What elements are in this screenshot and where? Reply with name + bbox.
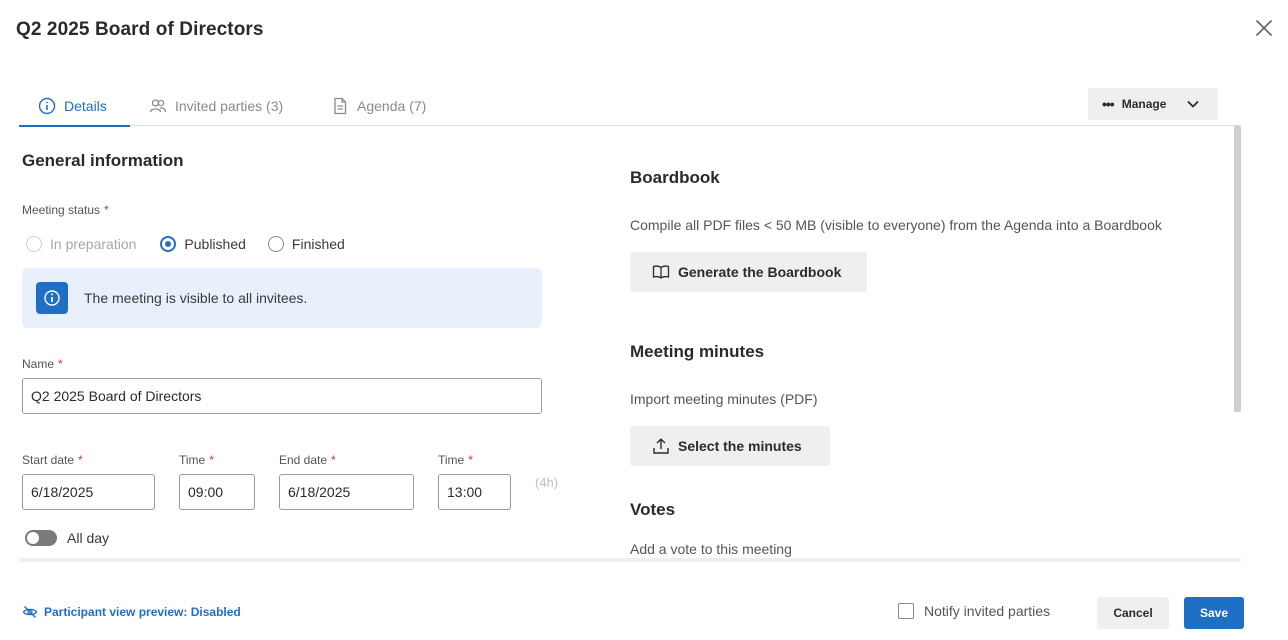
radio-button[interactable] (160, 236, 177, 252)
tab-agenda-label: Agenda (7) (357, 98, 427, 114)
close-button[interactable] (1252, 16, 1276, 40)
all-day-row: All day (25, 530, 109, 546)
info-banner: The meeting is visible to all invitees. (22, 268, 542, 328)
meeting-minutes-heading: Meeting minutes (630, 342, 765, 361)
status-option-label: Finished (291, 236, 345, 252)
notify-invited-parties-row: Notify invited parties (898, 603, 1050, 619)
start-time-input[interactable]: 09:00 (179, 474, 255, 510)
generate-boardbook-label: Generate the Boardbook (678, 264, 842, 280)
all-day-label: All day (67, 530, 110, 546)
document-icon (334, 97, 347, 115)
cancel-button[interactable]: Cancel (1097, 597, 1169, 629)
boardbook-heading: Boardbook (630, 168, 720, 187)
notify-invited-parties-checkbox[interactable] (898, 603, 914, 619)
chevron-down-icon (1187, 100, 1199, 108)
participant-view-preview-link[interactable]: Participant view preview: Disabled (22, 604, 241, 620)
start-time-label: Time * (179, 453, 214, 467)
status-option-published[interactable]: Published (160, 236, 246, 252)
votes-description: Add a vote to this meeting (630, 541, 792, 557)
name-label: Name * (22, 357, 63, 371)
name-input[interactable]: Q2 2025 Board of Directors (22, 378, 542, 414)
end-time-label: Time * (438, 453, 473, 467)
dialog-title: Q2 2025 Board of Directors (16, 19, 264, 40)
votes-heading: Votes (630, 500, 676, 519)
close-icon (1256, 20, 1272, 36)
radio-button[interactable] (267, 236, 284, 252)
info-icon (44, 290, 60, 306)
meeting-status-label: Meeting status * (22, 203, 109, 217)
info-badge (36, 282, 68, 314)
start-date-label: Start date * (22, 453, 83, 467)
tab-details[interactable]: Details (19, 86, 130, 127)
participant-view-preview-label: Participant view preview: Disabled (44, 605, 241, 619)
status-option-label: In preparation (50, 236, 137, 252)
generate-boardbook-button[interactable]: Generate the Boardbook (630, 252, 867, 292)
info-message: The meeting is visible to all invitees. (84, 290, 308, 306)
general-information-heading: General information (22, 151, 184, 170)
info-icon (38, 97, 56, 115)
radio-button[interactable] (26, 236, 42, 252)
upload-icon (653, 438, 669, 454)
tab-details-label: Details (64, 98, 107, 114)
manage-button[interactable]: ••• Manage (1088, 88, 1218, 120)
open-book-icon (652, 265, 670, 279)
footer-divider (19, 558, 1241, 562)
start-date-input[interactable]: 6/18/2025 (22, 474, 155, 510)
tab-invited-parties-label: Invited parties (3) (175, 98, 284, 114)
save-button[interactable]: Save (1184, 597, 1244, 629)
boardbook-description: Compile all PDF files < 50 MB (visible t… (630, 217, 1162, 233)
status-option-label: Published (184, 236, 246, 252)
more-dots-icon: ••• (1102, 96, 1115, 112)
meeting-status-radio-group: In preparation Published Finished (26, 236, 345, 252)
end-date-input[interactable]: 6/18/2025 (279, 474, 414, 510)
duration-indicator: (4h) (535, 475, 559, 490)
notify-invited-parties-label: Notify invited parties (924, 603, 1051, 619)
tab-invited-parties[interactable]: Invited parties (3) (149, 86, 283, 126)
tab-bar: Details Invited parties (3) Agenda (7) (19, 86, 1241, 127)
eye-off-icon (22, 606, 38, 618)
end-time-input[interactable]: 13:00 (438, 474, 511, 510)
scrollbar-thumb[interactable] (1234, 126, 1241, 412)
meeting-minutes-description: Import meeting minutes (PDF) (630, 391, 818, 407)
manage-label: Manage (1121, 97, 1167, 111)
select-minutes-button[interactable]: Select the minutes (630, 426, 830, 466)
status-option-finished[interactable]: Finished (267, 236, 345, 252)
select-minutes-label: Select the minutes (678, 438, 802, 454)
all-day-toggle[interactable] (25, 530, 57, 546)
people-icon (149, 99, 167, 113)
required-mark: * (104, 203, 109, 217)
tab-agenda[interactable]: Agenda (7) (331, 86, 426, 126)
end-date-label: End date * (279, 453, 336, 467)
status-option-in-preparation[interactable]: In preparation (26, 236, 136, 252)
